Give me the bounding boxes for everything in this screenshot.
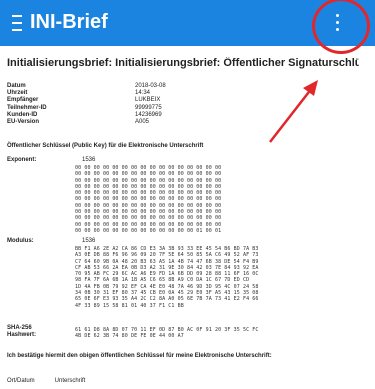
annotation-arrow [269, 80, 318, 143]
